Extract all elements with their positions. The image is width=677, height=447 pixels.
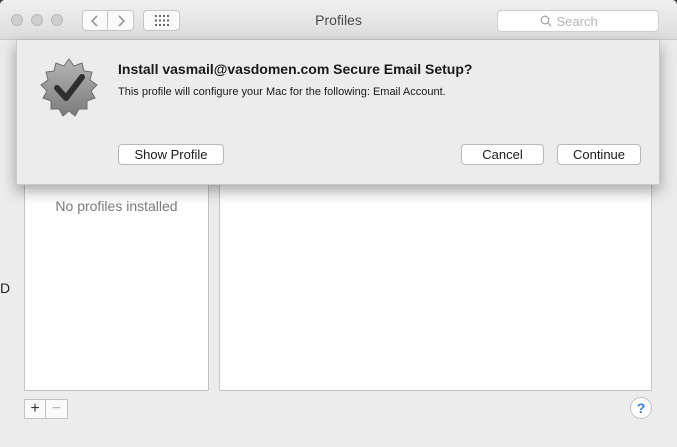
- sheet-title: Install vasmail@vasdomen.com Secure Emai…: [118, 61, 473, 77]
- add-profile-button[interactable]: +: [24, 399, 46, 419]
- continue-button[interactable]: Continue: [557, 144, 641, 165]
- cancel-button[interactable]: Cancel: [461, 144, 544, 165]
- title-bar: Profiles: [0, 0, 677, 40]
- profile-detail-panel: [219, 182, 652, 391]
- show-profile-button[interactable]: Show Profile: [118, 144, 224, 165]
- profiles-window: Profiles D No profiles installed + − ?: [0, 0, 677, 447]
- search-input[interactable]: [556, 13, 617, 29]
- background-glyph: D: [0, 280, 11, 296]
- empty-list-message: No profiles installed: [55, 198, 178, 214]
- verified-badge-icon: [40, 58, 98, 117]
- search-field[interactable]: [497, 10, 659, 32]
- remove-profile-button[interactable]: −: [46, 399, 68, 419]
- search-icon: [540, 15, 551, 27]
- profiles-list[interactable]: No profiles installed: [24, 182, 209, 391]
- sheet-message: This profile will configure your Mac for…: [118, 86, 446, 98]
- help-button[interactable]: ?: [630, 397, 652, 419]
- install-profile-sheet: Install vasmail@vasdomen.com Secure Emai…: [16, 40, 660, 185]
